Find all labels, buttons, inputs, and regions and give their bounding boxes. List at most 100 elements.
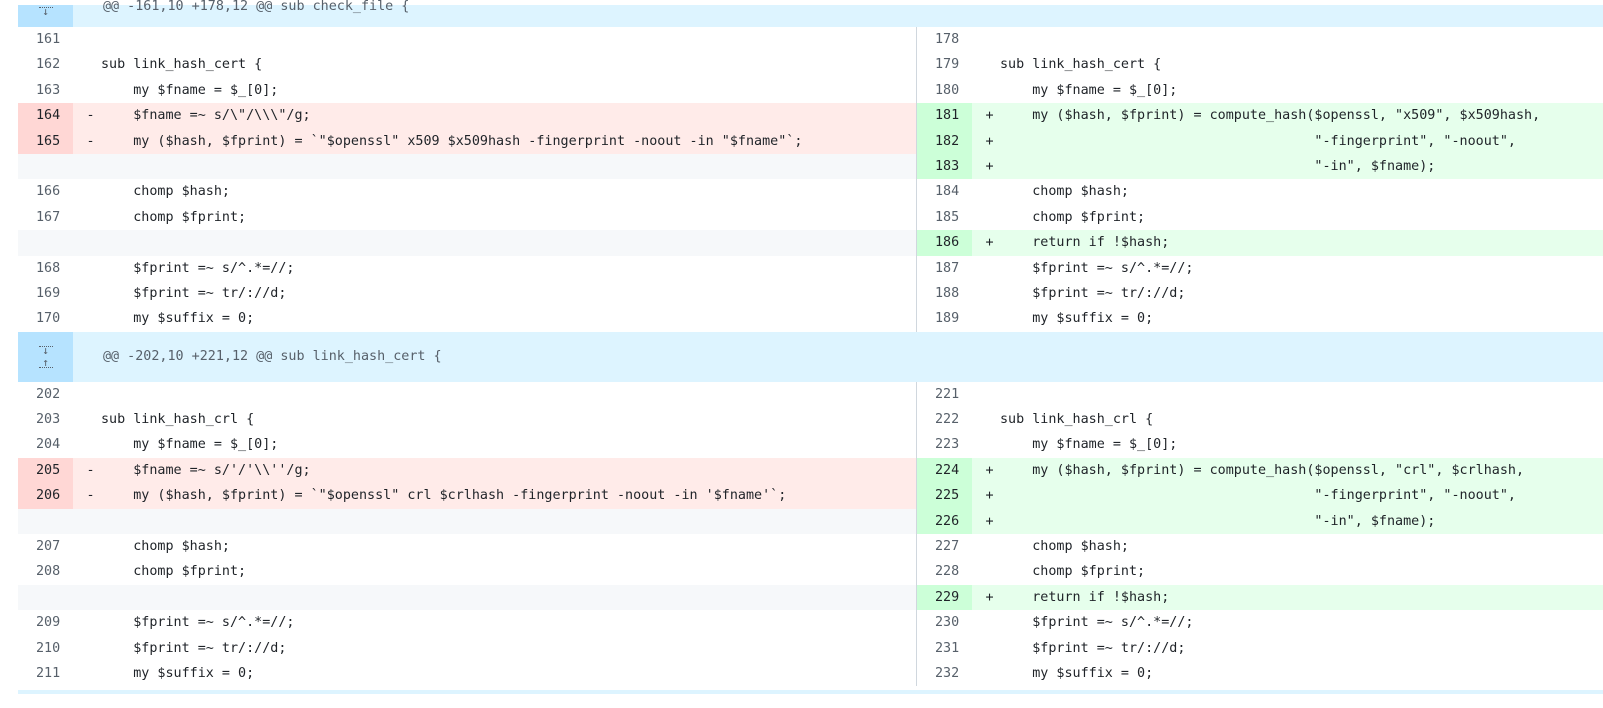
line-number[interactable]: 178 bbox=[917, 27, 972, 52]
split-diff-view: ↓ @@ -161,10 +178,12 @@ sub check_file { 1… bbox=[18, 0, 1603, 687]
line-number[interactable]: 162 bbox=[18, 52, 73, 77]
diff-marker bbox=[73, 27, 98, 52]
code-line: "-in", $fname); bbox=[1000, 513, 1436, 529]
line-number[interactable]: 179 bbox=[917, 52, 972, 77]
line-number[interactable] bbox=[18, 230, 73, 255]
diff-row: 163 my $fname = $_[0]; 180 my $fname = $_… bbox=[18, 77, 1603, 104]
line-number[interactable]: 168 bbox=[18, 256, 73, 281]
line-number[interactable]: 229 bbox=[917, 584, 972, 611]
line-number[interactable]: 161 bbox=[18, 27, 73, 52]
line-number[interactable]: 165 bbox=[18, 128, 73, 154]
old-line: 169 $fprint =~ tr/://d; bbox=[18, 280, 917, 307]
hunk-header-text: @@ -161,10 +178,12 @@ sub check_file { bbox=[103, 0, 410, 14]
line-number[interactable]: 210 bbox=[18, 636, 73, 661]
line-number[interactable]: 209 bbox=[18, 610, 73, 635]
line-number[interactable]: 183 bbox=[917, 153, 972, 180]
new-line: 223 my $fname = $_[0]; bbox=[917, 432, 1603, 457]
diff-row: 202 221 bbox=[18, 381, 1603, 408]
line-number[interactable]: 208 bbox=[18, 559, 73, 584]
line-number[interactable]: 232 bbox=[917, 661, 972, 686]
new-line: 228 chomp $fprint; bbox=[917, 559, 1603, 584]
line-number[interactable]: 225 bbox=[917, 483, 972, 509]
new-line: 222 sub link_hash_crl { bbox=[917, 407, 1603, 432]
line-number[interactable]: 202 bbox=[18, 382, 73, 407]
old-line: 204 my $fname = $_[0]; bbox=[18, 432, 917, 458]
line-number[interactable]: 206 bbox=[18, 483, 73, 509]
diff-row: 165- my ($hash, $fprint) = `"$openssl" x… bbox=[18, 128, 1603, 154]
line-number[interactable] bbox=[18, 509, 73, 534]
diff-row: 205- $fname =~ s/'/'\\''/g; 224 + my ($has… bbox=[18, 457, 1603, 484]
code-line: $fname =~ s/\"/\\\"/g; bbox=[101, 108, 311, 124]
diff-row: 170 my $suffix = 0; 189 my $suffix = 0; bbox=[18, 306, 1603, 332]
diff-marker bbox=[972, 661, 997, 686]
diff-marker bbox=[73, 78, 98, 103]
diff-row: 209 $fprint =~ s/^.*=//; 230 $fprint =~ s… bbox=[18, 610, 1603, 636]
line-number[interactable]: 203 bbox=[18, 407, 73, 432]
diff-marker bbox=[73, 585, 98, 610]
expand-button[interactable]: ↓ ↑ bbox=[18, 331, 73, 382]
new-line: 230 $fprint =~ s/^.*=//; bbox=[917, 610, 1603, 635]
line-number[interactable]: 224 bbox=[917, 457, 972, 484]
line-number[interactable]: 204 bbox=[18, 432, 73, 457]
line-number[interactable]: 187 bbox=[917, 256, 972, 281]
diff-marker bbox=[73, 534, 98, 559]
code-line: chomp $fprint; bbox=[1000, 209, 1146, 225]
line-number[interactable]: 167 bbox=[18, 205, 73, 230]
old-line bbox=[18, 230, 917, 256]
line-number[interactable]: 231 bbox=[917, 636, 972, 661]
diff-row: 207 chomp $hash; 227 chomp $hash; bbox=[18, 534, 1603, 560]
line-number[interactable]: 188 bbox=[917, 281, 972, 306]
code-line: $fprint =~ s/^.*=//; bbox=[101, 615, 295, 631]
diff-marker bbox=[73, 306, 98, 331]
line-number[interactable]: 185 bbox=[917, 205, 972, 230]
line-number[interactable]: 230 bbox=[917, 610, 972, 635]
line-number[interactable] bbox=[18, 585, 73, 610]
line-number[interactable]: 211 bbox=[18, 661, 73, 686]
diff-marker: + bbox=[985, 235, 994, 251]
line-number[interactable]: 181 bbox=[917, 103, 972, 129]
diff-row: 169 $fprint =~ tr/://d; 188 $fprint =~ tr… bbox=[18, 280, 1603, 307]
line-number[interactable]: 164 bbox=[18, 103, 73, 129]
code-line: chomp $hash; bbox=[1000, 539, 1129, 555]
line-number[interactable]: 226 bbox=[917, 508, 972, 535]
code-line: return if !$hash; bbox=[1000, 235, 1170, 251]
line-number[interactable]: 227 bbox=[917, 534, 972, 559]
expand-down-icon: ↓ bbox=[38, 6, 53, 17]
line-number[interactable]: 221 bbox=[917, 382, 972, 407]
code-line: sub link_hash_cert { bbox=[101, 57, 263, 73]
diff-marker bbox=[73, 636, 98, 661]
code-line: $fprint =~ s/^.*=//; bbox=[101, 260, 295, 276]
expand-button[interactable]: ↓ bbox=[18, 5, 73, 27]
line-number[interactable]: 180 bbox=[917, 78, 972, 103]
old-line: 165- my ($hash, $fprint) = `"$openssl" x… bbox=[18, 128, 917, 154]
old-line: 211 my $suffix = 0; bbox=[18, 660, 917, 687]
expand-up-icon: ↑ bbox=[38, 357, 53, 368]
diff-row: 226 + "-in", $fname); bbox=[18, 508, 1603, 535]
line-number[interactable] bbox=[18, 154, 73, 179]
line-number[interactable]: 166 bbox=[18, 179, 73, 204]
line-number[interactable]: 205 bbox=[18, 457, 73, 484]
line-number[interactable]: 170 bbox=[18, 306, 73, 331]
code-line: $fprint =~ tr/://d; bbox=[1000, 640, 1186, 656]
line-number[interactable]: 222 bbox=[917, 407, 972, 432]
code-line: chomp $fprint; bbox=[101, 209, 247, 225]
line-number[interactable]: 223 bbox=[917, 432, 972, 457]
old-line: 168 $fprint =~ s/^.*=//; bbox=[18, 255, 917, 281]
line-number[interactable]: 189 bbox=[917, 306, 972, 331]
new-line: 182 + "-fingerprint", "-noout", bbox=[917, 128, 1603, 154]
new-line: 184 chomp $hash; bbox=[917, 179, 1603, 204]
line-number[interactable]: 169 bbox=[18, 281, 73, 306]
line-number[interactable]: 228 bbox=[917, 559, 972, 584]
line-number[interactable]: 186 bbox=[917, 230, 972, 256]
line-number[interactable]: 184 bbox=[917, 179, 972, 204]
diff-marker bbox=[73, 382, 98, 407]
line-number[interactable]: 207 bbox=[18, 534, 73, 559]
line-number[interactable]: 163 bbox=[18, 78, 73, 103]
old-line bbox=[18, 153, 917, 180]
code-line: $fprint =~ s/^.*=//; bbox=[1000, 260, 1194, 276]
diff-marker bbox=[73, 256, 98, 281]
line-number[interactable]: 182 bbox=[917, 128, 972, 154]
old-line: 162 sub link_hash_cert { bbox=[18, 52, 917, 78]
